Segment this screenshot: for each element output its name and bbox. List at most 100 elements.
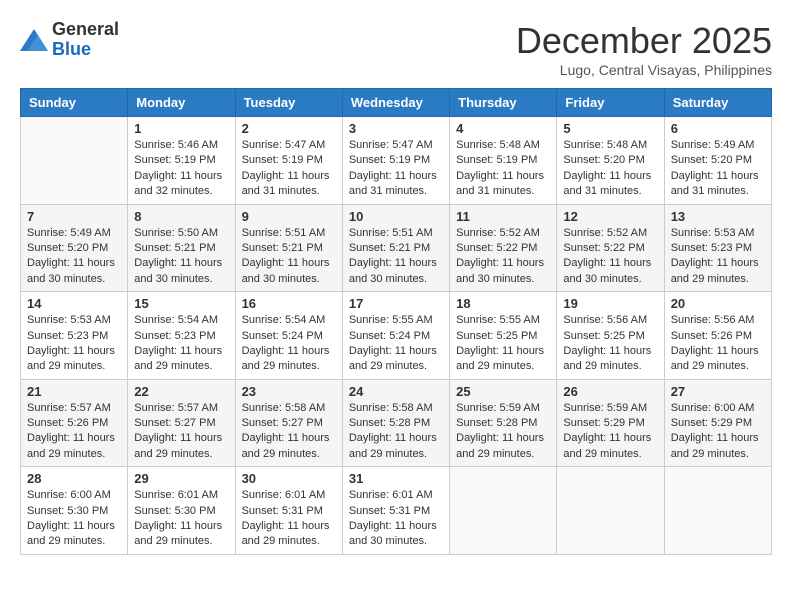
weekday-header-wednesday: Wednesday xyxy=(342,89,449,117)
calendar-cell: 25 Sunrise: 5:59 AM Sunset: 5:28 PM Dayli… xyxy=(450,379,557,467)
day-number: 19 xyxy=(563,296,657,311)
calendar-cell: 11Sunrise: 5:52 AM Sunset: 5:22 PM Dayli… xyxy=(450,204,557,292)
day-number: 10 xyxy=(349,209,443,224)
day-number: 20 xyxy=(671,296,765,311)
calendar-header: SundayMondayTuesdayWednesdayThursdayFrid… xyxy=(21,89,772,117)
day-number: 30 xyxy=(242,471,336,486)
calendar-cell xyxy=(21,117,128,205)
day-number: 29 xyxy=(134,471,228,486)
page-header: General Blue December 2025 Lugo, Central… xyxy=(20,20,772,78)
calendar-cell: 28 Sunrise: 6:00 AM Sunset: 5:30 PM Dayli… xyxy=(21,467,128,555)
calendar-cell: 9 Sunrise: 5:51 AM Sunset: 5:21 PM Daylig… xyxy=(235,204,342,292)
day-info: Sunrise: 6:01 AM Sunset: 5:30 PM Dayligh… xyxy=(134,488,228,550)
day-info: Sunrise: 5:53 AM Sunset: 5:23 PM Dayligh… xyxy=(671,226,765,288)
day-number: 12 xyxy=(563,209,657,224)
calendar-cell: 23 Sunrise: 5:58 AM Sunset: 5:27 PM Dayli… xyxy=(235,379,342,467)
calendar-cell: 4Sunrise: 5:48 AM Sunset: 5:19 PM Daylig… xyxy=(450,117,557,205)
day-info: Sunrise: 5:49 AM Sunset: 5:20 PM Dayligh… xyxy=(671,138,765,200)
day-number: 11 xyxy=(456,209,550,224)
day-info: Sunrise: 6:01 AM Sunset: 5:31 PM Dayligh… xyxy=(242,488,336,550)
weekday-header-sunday: Sunday xyxy=(21,89,128,117)
day-info: Sunrise: 5:51 AM Sunset: 5:21 PM Dayligh… xyxy=(349,226,443,288)
day-number: 27 xyxy=(671,384,765,399)
calendar-cell: 22Sunrise: 5:57 AM Sunset: 5:27 PM Dayli… xyxy=(128,379,235,467)
day-info: Sunrise: 5:47 AM Sunset: 5:19 PM Dayligh… xyxy=(242,138,336,200)
calendar-table: SundayMondayTuesdayWednesdayThursdayFrid… xyxy=(20,88,772,555)
calendar-cell: 8Sunrise: 5:50 AM Sunset: 5:21 PM Daylig… xyxy=(128,204,235,292)
day-number: 28 xyxy=(27,471,121,486)
day-info: Sunrise: 5:58 AM Sunset: 5:28 PM Dayligh… xyxy=(349,401,443,463)
day-info: Sunrise: 5:55 AM Sunset: 5:24 PM Dayligh… xyxy=(349,313,443,375)
day-number: 21 xyxy=(27,384,121,399)
day-info: Sunrise: 5:49 AM Sunset: 5:20 PM Dayligh… xyxy=(27,226,121,288)
day-number: 9 xyxy=(242,209,336,224)
month-title: December 2025 xyxy=(516,20,772,62)
calendar-week-row: 14 Sunrise: 5:53 AM Sunset: 5:23 PM Dayli… xyxy=(21,292,772,380)
day-info: Sunrise: 5:46 AM Sunset: 5:19 PM Dayligh… xyxy=(134,138,228,200)
calendar-cell: 24 Sunrise: 5:58 AM Sunset: 5:28 PM Dayli… xyxy=(342,379,449,467)
calendar-cell: 10 Sunrise: 5:51 AM Sunset: 5:21 PM Dayli… xyxy=(342,204,449,292)
calendar-cell: 21Sunrise: 5:57 AM Sunset: 5:26 PM Dayli… xyxy=(21,379,128,467)
calendar-cell: 14 Sunrise: 5:53 AM Sunset: 5:23 PM Dayli… xyxy=(21,292,128,380)
calendar-cell: 18 Sunrise: 5:55 AM Sunset: 5:25 PM Dayli… xyxy=(450,292,557,380)
calendar-cell: 31Sunrise: 6:01 AM Sunset: 5:31 PM Dayli… xyxy=(342,467,449,555)
logo-blue: Blue xyxy=(52,40,119,60)
day-number: 16 xyxy=(242,296,336,311)
day-info: Sunrise: 5:57 AM Sunset: 5:27 PM Dayligh… xyxy=(134,401,228,463)
logo-general: General xyxy=(52,20,119,40)
calendar-week-row: 7 Sunrise: 5:49 AM Sunset: 5:20 PM Daylig… xyxy=(21,204,772,292)
day-number: 2 xyxy=(242,121,336,136)
calendar-cell: 26Sunrise: 5:59 AM Sunset: 5:29 PM Dayli… xyxy=(557,379,664,467)
calendar-cell: 6 Sunrise: 5:49 AM Sunset: 5:20 PM Daylig… xyxy=(664,117,771,205)
weekday-header-friday: Friday xyxy=(557,89,664,117)
day-number: 24 xyxy=(349,384,443,399)
day-info: Sunrise: 5:52 AM Sunset: 5:22 PM Dayligh… xyxy=(563,226,657,288)
calendar-cell: 30 Sunrise: 6:01 AM Sunset: 5:31 PM Dayli… xyxy=(235,467,342,555)
day-number: 5 xyxy=(563,121,657,136)
title-block: December 2025 Lugo, Central Visayas, Phi… xyxy=(516,20,772,78)
calendar-cell: 20Sunrise: 5:56 AM Sunset: 5:26 PM Dayli… xyxy=(664,292,771,380)
day-info: Sunrise: 5:48 AM Sunset: 5:20 PM Dayligh… xyxy=(563,138,657,200)
calendar-cell: 27Sunrise: 6:00 AM Sunset: 5:29 PM Dayli… xyxy=(664,379,771,467)
day-number: 7 xyxy=(27,209,121,224)
calendar-cell: 12 Sunrise: 5:52 AM Sunset: 5:22 PM Dayli… xyxy=(557,204,664,292)
day-number: 14 xyxy=(27,296,121,311)
day-number: 17 xyxy=(349,296,443,311)
day-info: Sunrise: 6:00 AM Sunset: 5:30 PM Dayligh… xyxy=(27,488,121,550)
day-number: 6 xyxy=(671,121,765,136)
day-number: 18 xyxy=(456,296,550,311)
day-info: Sunrise: 5:50 AM Sunset: 5:21 PM Dayligh… xyxy=(134,226,228,288)
weekday-header-saturday: Saturday xyxy=(664,89,771,117)
weekday-header-monday: Monday xyxy=(128,89,235,117)
day-info: Sunrise: 5:51 AM Sunset: 5:21 PM Dayligh… xyxy=(242,226,336,288)
day-number: 4 xyxy=(456,121,550,136)
calendar-cell: 19 Sunrise: 5:56 AM Sunset: 5:25 PM Dayli… xyxy=(557,292,664,380)
location: Lugo, Central Visayas, Philippines xyxy=(516,62,772,78)
day-info: Sunrise: 5:53 AM Sunset: 5:23 PM Dayligh… xyxy=(27,313,121,375)
day-info: Sunrise: 5:59 AM Sunset: 5:28 PM Dayligh… xyxy=(456,401,550,463)
day-info: Sunrise: 5:54 AM Sunset: 5:24 PM Dayligh… xyxy=(242,313,336,375)
calendar-week-row: 1 Sunrise: 5:46 AM Sunset: 5:19 PM Daylig… xyxy=(21,117,772,205)
logo-icon xyxy=(20,29,48,51)
calendar-cell xyxy=(664,467,771,555)
day-info: Sunrise: 5:58 AM Sunset: 5:27 PM Dayligh… xyxy=(242,401,336,463)
calendar-cell xyxy=(557,467,664,555)
weekday-header-row: SundayMondayTuesdayWednesdayThursdayFrid… xyxy=(21,89,772,117)
day-number: 23 xyxy=(242,384,336,399)
calendar-cell: 13Sunrise: 5:53 AM Sunset: 5:23 PM Dayli… xyxy=(664,204,771,292)
calendar-cell: 2 Sunrise: 5:47 AM Sunset: 5:19 PM Daylig… xyxy=(235,117,342,205)
calendar-cell: 15Sunrise: 5:54 AM Sunset: 5:23 PM Dayli… xyxy=(128,292,235,380)
calendar-cell: 3Sunrise: 5:47 AM Sunset: 5:19 PM Daylig… xyxy=(342,117,449,205)
day-number: 25 xyxy=(456,384,550,399)
logo-text: General Blue xyxy=(52,20,119,60)
day-number: 1 xyxy=(134,121,228,136)
calendar-cell: 1 Sunrise: 5:46 AM Sunset: 5:19 PM Daylig… xyxy=(128,117,235,205)
calendar-cell: 5 Sunrise: 5:48 AM Sunset: 5:20 PM Daylig… xyxy=(557,117,664,205)
day-info: Sunrise: 5:55 AM Sunset: 5:25 PM Dayligh… xyxy=(456,313,550,375)
day-info: Sunrise: 5:56 AM Sunset: 5:25 PM Dayligh… xyxy=(563,313,657,375)
day-info: Sunrise: 5:47 AM Sunset: 5:19 PM Dayligh… xyxy=(349,138,443,200)
calendar-cell: 29 Sunrise: 6:01 AM Sunset: 5:30 PM Dayli… xyxy=(128,467,235,555)
day-number: 15 xyxy=(134,296,228,311)
day-number: 31 xyxy=(349,471,443,486)
calendar-cell: 16 Sunrise: 5:54 AM Sunset: 5:24 PM Dayli… xyxy=(235,292,342,380)
